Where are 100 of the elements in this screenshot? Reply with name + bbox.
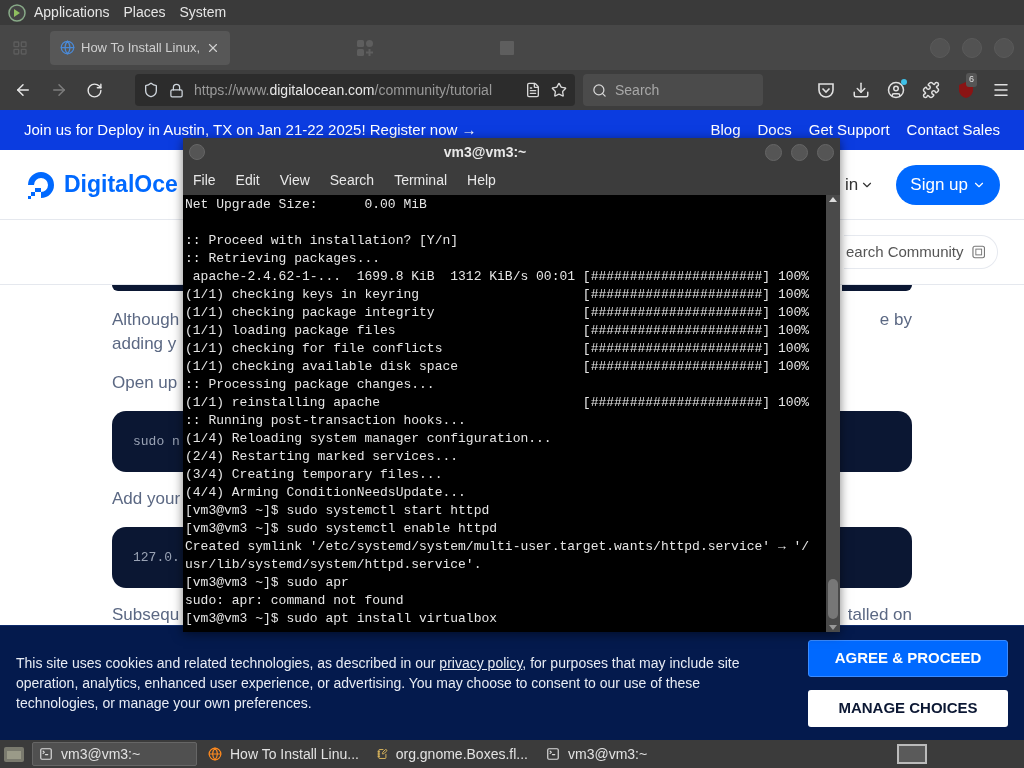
scroll-down-icon[interactable]	[829, 625, 837, 630]
code-block	[112, 285, 183, 291]
terminal-line: :: Processing package changes...	[185, 376, 435, 394]
menu-logo-icon	[8, 3, 26, 22]
search-placeholder: earch Community	[846, 241, 964, 262]
tab-title: How To Install Linux,	[81, 38, 200, 57]
terminal-line: :: Retrieving packages...	[185, 250, 381, 268]
agree-button[interactable]: AGREE & PROCEED	[808, 639, 1008, 677]
taskbar-item-label: How To Install Linu...	[230, 744, 359, 764]
notepad-icon	[377, 747, 388, 761]
paragraph-text: e by	[879, 309, 912, 332]
browser-tab[interactable]: How To Install Linux,	[50, 30, 230, 65]
menu-icon[interactable]	[992, 81, 1010, 99]
taskbar-item-label: vm3@vm3:~	[568, 744, 648, 764]
terminal-line: [vm3@vm3 ~]$ sudo systemctl start httpd	[185, 502, 490, 520]
terminal-line: (1/1) checking package integrity [######################] 100%	[185, 304, 810, 322]
taskbar-item-label: vm3@vm3:~	[61, 744, 141, 764]
url-field[interactable]: https://www.digitalocean.com/community/tutorial	[135, 74, 575, 106]
search-icon	[592, 82, 607, 98]
scroll-up-icon[interactable]	[829, 197, 837, 202]
paragraph-text: talled on	[847, 604, 912, 625]
forward-icon[interactable]	[50, 81, 68, 99]
terminal-line: [vm3@vm3 ~]$ sudo systemctl enable httpd	[185, 520, 498, 538]
scrollbar[interactable]	[826, 195, 840, 632]
workspace-switcher[interactable]	[897, 744, 927, 764]
terminal-line: [vm3@vm3 ~]$ sudo apr	[185, 574, 349, 592]
star-icon[interactable]	[551, 82, 567, 98]
terminal-menu-item[interactable]: Terminal	[394, 170, 448, 191]
taskbar-item-label: org.gnome.Boxes.fl...	[395, 744, 528, 764]
account-icon[interactable]	[887, 81, 905, 99]
taskbar-item[interactable]: How To Install Linu...	[201, 742, 366, 766]
panel-menu[interactable]: System	[179, 2, 227, 23]
terminal-menu-item[interactable]: Help	[467, 170, 496, 191]
extensions-icon[interactable]	[922, 81, 940, 99]
nav-link[interactable]: Docs	[757, 118, 792, 142]
taskbar-item[interactable]: org.gnome.Boxes.fl...	[370, 742, 535, 766]
shapes-icon	[356, 38, 374, 57]
terminal-line: (3/4) Creating temporary files...	[185, 466, 443, 484]
terminal-line: :: Proceed with installation? [Y/n]	[185, 232, 459, 250]
terminal-line: sudo: apr: command not found	[185, 592, 404, 610]
terminal-line: (1/1) checking for file conflicts [######################] 100%	[185, 340, 810, 358]
promo-link[interactable]: Join us for Deploy in Austin, TX on Jan 21-22 2025! Register now →	[24, 118, 477, 142]
download-icon[interactable]	[852, 81, 870, 99]
globe-icon	[208, 747, 222, 761]
window-control-icon[interactable]	[817, 143, 834, 161]
terminal-line: (1/1) checking keys in keyring [######################] 100%	[185, 286, 810, 304]
window-control-icon[interactable]	[765, 143, 782, 161]
shield-icon	[143, 82, 159, 98]
terminal-menu-item[interactable]: Edit	[235, 170, 260, 191]
terminal-line: (1/1) checking available disk space [######################] 100%	[185, 358, 810, 376]
reader-view-icon[interactable]	[525, 82, 541, 98]
terminal-line: Created symlink '/etc/systemd/system/multi-user.target.wants/httpd.service' → '/	[185, 538, 810, 556]
nav-link[interactable]: Blog	[710, 118, 741, 142]
terminal-line: (1/1) reinstalling apache [######################] 100%	[185, 394, 810, 412]
lock-icon	[169, 82, 184, 98]
reload-icon[interactable]	[86, 81, 103, 99]
paragraph-text: Subsequ	[112, 604, 180, 625]
panel-menu[interactable]: Places	[123, 2, 166, 23]
pocket-icon[interactable]	[817, 81, 835, 99]
terminal-menu-item[interactable]: View	[279, 170, 310, 191]
nav-menu-text[interactable]: in	[845, 171, 859, 198]
terminal-line: (4/4) Arming ConditionNeedsUpdate...	[185, 484, 466, 502]
terminal-line: :: Running post-transaction hooks...	[185, 412, 466, 430]
paragraph-text: Although	[112, 309, 180, 332]
code-text: 127.0.	[133, 548, 180, 567]
terminal-menu-item[interactable]: Search	[329, 170, 375, 191]
terminal-icon	[39, 747, 53, 761]
url-text: https://www.digitalocean.com/community/tutorial	[194, 80, 492, 100]
terminal-line: (2/4) Restarting marked services...	[185, 448, 459, 466]
search-placeholder: Search	[615, 80, 660, 100]
terminal-line: (1/1) loading package files [######################] 100%	[185, 322, 810, 340]
terminal-line: (1/4) Reloading system manager configuration...	[185, 430, 552, 448]
manage-choices-button[interactable]: MANAGE CHOICES	[808, 689, 1008, 727]
logo-text[interactable]: DigitalOce	[64, 167, 178, 202]
sign-up-button[interactable]: Sign up	[896, 164, 1000, 205]
globe-icon	[60, 40, 75, 55]
panel-menu[interactable]: Applications	[34, 2, 110, 23]
paragraph-text: adding y	[112, 333, 177, 356]
paragraph-text: Add your	[112, 488, 181, 511]
extension-badge: 6	[966, 73, 977, 87]
back-icon[interactable]	[14, 81, 32, 99]
terminal-line: apache-2.4.62-1-... 1699.8 KiB 1312 KiB/s 00:01 [######################] 100%	[191, 268, 810, 286]
search-field[interactable]: Search	[583, 74, 763, 106]
window-title: vm3@vm3:~	[442, 142, 528, 162]
terminal-line: usr/lib/systemd/system/httpd.service'.	[185, 556, 482, 574]
scroll-thumb[interactable]	[828, 579, 838, 619]
taskbar-item[interactable]: vm3@vm3:~	[539, 742, 704, 766]
terminal-line: [vm3@vm3 ~]$ sudo apt install virtualbox	[185, 610, 498, 628]
paragraph-text: Open up	[112, 372, 178, 395]
window-control-icon[interactable]	[791, 143, 808, 161]
terminal-icon	[546, 747, 560, 761]
taskbar-item[interactable]: vm3@vm3:~	[32, 742, 197, 766]
code-text: sudo n	[133, 432, 180, 451]
nav-link[interactable]: Get Support	[808, 118, 890, 142]
terminal-line: Net Upgrade Size: 0.00 MiB	[185, 196, 427, 214]
window-menu-icon[interactable]	[189, 144, 205, 160]
code-block	[842, 285, 912, 291]
nav-link[interactable]: Contact Sales	[906, 118, 1000, 142]
cookie-notice-text: This site uses cookies and related technologies, as described in our privacy policy, for purposes that may include site operation, analytics, enhanced user experience, or advertising. You may choose to consent to our use of these technologies, or manage your own preferences.	[16, 654, 741, 713]
terminal-menu-item[interactable]: File	[193, 170, 216, 191]
